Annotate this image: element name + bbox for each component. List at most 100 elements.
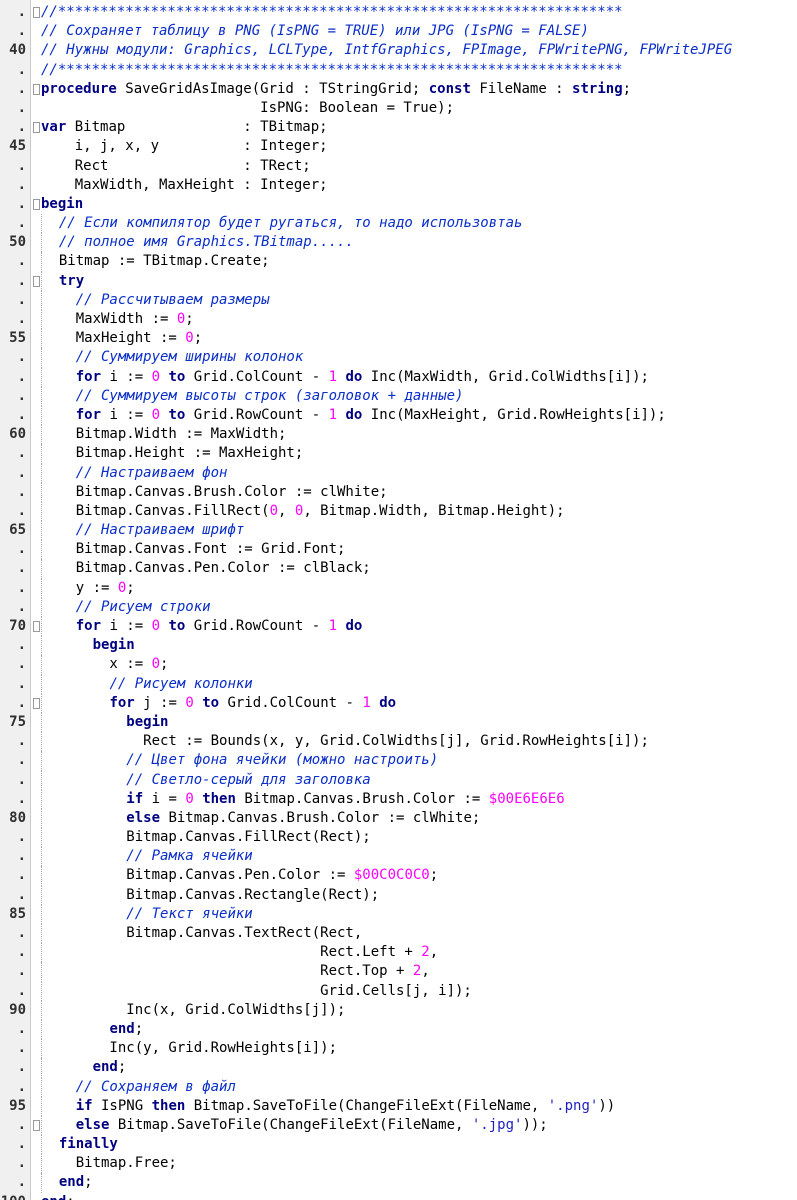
code-line[interactable]: . x := 0; [0, 655, 797, 675]
code-line[interactable]: . finally [0, 1135, 797, 1155]
code-text: MaxWidth := 0; [41, 310, 194, 330]
code-line[interactable]: . //*************************************… [0, 3, 797, 22]
code-text: procedure SaveGridAsImage(Grid : TString… [41, 80, 631, 99]
code-line[interactable]: 45 i, j, x, y : Integer; [0, 137, 797, 156]
fold-marker-icon[interactable] [33, 7, 40, 18]
code-line[interactable]: . var Bitmap : TBitmap; [0, 118, 797, 137]
code-token: 1 [328, 368, 338, 385]
code-line[interactable]: . MaxWidth, MaxHeight : Integer; [0, 176, 797, 195]
code-line[interactable]: . Bitmap.Canvas.Brush.Color := clWhite; [0, 482, 797, 502]
code-line[interactable]: . end; [0, 1019, 797, 1040]
code-line[interactable]: . // Суммируем высоты строк (заголовок +… [0, 386, 797, 406]
code-line[interactable]: 40 // Нужны модули: Graphics, LCLType, In… [0, 41, 797, 60]
code-text: Bitmap.Canvas.Pen.Color := clBlack; [41, 559, 371, 579]
code-line[interactable]: . Rect := Bounds(x, y, Grid.ColWidths[j]… [0, 732, 797, 752]
line-number: . [17, 560, 26, 577]
code-text: //**************************************… [41, 3, 623, 22]
code-line[interactable]: . else Bitmap.SaveToFile(ChangeFileExt(F… [0, 1115, 797, 1136]
code-line[interactable]: 55 MaxHeight := 0; [0, 329, 797, 349]
fold-marker-icon[interactable] [33, 697, 40, 709]
code-line[interactable]: . Bitmap.Canvas.TextRect(Rect, [0, 924, 797, 944]
fold-marker-icon[interactable] [33, 198, 40, 210]
code-line[interactable]: . Bitmap.Canvas.FillRect(Rect); [0, 828, 797, 848]
code-text: Inc(x, Grid.ColWidths[j]); [41, 1000, 345, 1020]
code-line[interactable]: . Bitmap := TBitmap.Create; [0, 252, 797, 272]
code-line[interactable]: . Rect.Top + 2, [0, 962, 797, 982]
line-number: . [17, 1155, 26, 1172]
code-line[interactable]: . // Цвет фона ячейки (можно настроить) [0, 751, 797, 771]
code-line[interactable]: . Bitmap.Canvas.FillRect(0, 0, Bitmap.Wi… [0, 501, 797, 522]
code-line[interactable]: . for i := 0 to Grid.ColCount - 1 do Inc… [0, 367, 797, 387]
code-line[interactable]: . Inc(y, Grid.RowHeights[i]); [0, 1039, 797, 1059]
code-line[interactable]: 65 // Настраиваем шрифт [0, 521, 797, 541]
code-token: if [126, 790, 144, 807]
code-line[interactable]: . begin [0, 195, 797, 214]
code-line[interactable]: . end; [0, 1058, 797, 1078]
code-line[interactable]: . // Рисуем колонки [0, 674, 797, 694]
fold-marker-icon[interactable] [33, 275, 40, 287]
code-line[interactable]: . //*************************************… [0, 61, 797, 80]
code-line[interactable]: . Bitmap.Canvas.Pen.Color := clBlack; [0, 559, 797, 579]
code-line[interactable]: . Bitmap.Canvas.Rectangle(Rect); [0, 885, 797, 905]
code-text: // Светло-серый для заголовка [41, 770, 371, 790]
code-text: Bitmap.Canvas.Font := Grid.Font; [41, 540, 345, 560]
code-token: ; [622, 80, 632, 97]
code-line[interactable]: 90 Inc(x, Grid.ColWidths[j]); [0, 1000, 797, 1020]
line-number: . [17, 368, 26, 385]
code-line[interactable]: 80 else Bitmap.Canvas.Brush.Color := clW… [0, 808, 797, 829]
code-line[interactable]: . Rect : TRect; [0, 157, 797, 176]
code-line[interactable]: . begin [0, 636, 797, 656]
code-token: 0 [185, 694, 194, 711]
code-line[interactable]: 95 if IsPNG then Bitmap.SaveToFile(Chang… [0, 1096, 797, 1116]
code-line[interactable]: . // Светло-серый для заголовка [0, 770, 797, 790]
code-line[interactable]: . // Суммируем ширины колонок [0, 348, 797, 368]
code-line[interactable]: . Bitmap.Canvas.Font := Grid.Font; [0, 540, 797, 560]
code-line[interactable]: . Rect.Left + 2, [0, 943, 797, 963]
code-line[interactable]: . if i = 0 then Bitmap.Canvas.Brush.Colo… [0, 789, 797, 809]
code-line[interactable]: . MaxWidth := 0; [0, 310, 797, 330]
code-line[interactable]: . for j := 0 to Grid.ColCount - 1 do [0, 693, 797, 713]
code-line[interactable]: . // Рисуем строки [0, 597, 797, 617]
code-line[interactable]: . // Рассчитываем размеры [0, 290, 797, 310]
line-number: . [17, 253, 26, 270]
code-line[interactable]: . // Рамка ячейки [0, 847, 797, 867]
code-token: x := [42, 656, 152, 673]
code-line[interactable]: 60 Bitmap.Width := MaxWidth; [0, 425, 797, 445]
code-line[interactable]: . // Если компилятор будет ругаться, то … [0, 214, 797, 234]
code-line[interactable]: . for i := 0 to Grid.RowCount - 1 do Inc… [0, 405, 797, 426]
fold-marker-icon[interactable] [33, 122, 40, 134]
code-line[interactable]: 100 end; [0, 1193, 797, 1200]
code-line[interactable]: . // Сохраняем в файл [0, 1077, 797, 1097]
code-text: MaxWidth, MaxHeight : Integer; [41, 176, 328, 195]
code-line[interactable]: . y := 0; [0, 578, 797, 598]
code-line[interactable]: 85 // Текст ячейки [0, 904, 797, 924]
code-token: , [421, 963, 430, 980]
fold-marker-icon[interactable] [33, 83, 40, 95]
code-line[interactable]: . IsPNG: Boolean = True); [0, 99, 797, 118]
fold-marker-icon[interactable] [33, 1119, 40, 1131]
line-number: . [17, 598, 26, 615]
fold-marker-icon[interactable] [33, 621, 40, 632]
code-token: $00E6E6E6 [488, 790, 565, 807]
code-token: // Нужны модули: Graphics, LCLType, Intf… [41, 42, 733, 59]
code-token: 0 [151, 656, 161, 673]
code-line[interactable]: . try [0, 271, 797, 291]
code-text: end; [41, 1193, 75, 1200]
code-token: Bitmap.Canvas.Pen.Color := clBlack; [42, 560, 371, 577]
code-line[interactable]: . // Сохраняет таблицу в PNG (IsPNG = TRU… [0, 22, 797, 41]
code-token: Inc(MaxWidth, Grid.ColWidths[i]); [362, 368, 649, 385]
code-editor[interactable]: . //*************************************… [0, 0, 797, 1200]
code-line[interactable]: . Bitmap.Free; [0, 1154, 797, 1174]
code-line[interactable]: . // Настраиваем фон [0, 463, 797, 483]
code-line[interactable]: 75 begin [0, 712, 797, 733]
code-text: // Рисуем строки [41, 597, 211, 617]
code-token: ; [185, 311, 194, 327]
code-line[interactable]: . Bitmap.Height := MaxHeight; [0, 444, 797, 464]
code-line[interactable]: . procedure SaveGridAsImage(Grid : TStrin… [0, 80, 797, 99]
code-line[interactable]: . Grid.Cells[j, i]); [0, 981, 797, 1001]
code-line[interactable]: . Bitmap.Canvas.Pen.Color := $00C0C0C0; [0, 866, 797, 886]
code-line[interactable]: 50 // полное имя Graphics.TBitmap..... [0, 233, 797, 253]
code-line[interactable]: 70 for i := 0 to Grid.RowCount - 1 do [0, 617, 797, 637]
code-line[interactable]: . end; [0, 1173, 797, 1193]
